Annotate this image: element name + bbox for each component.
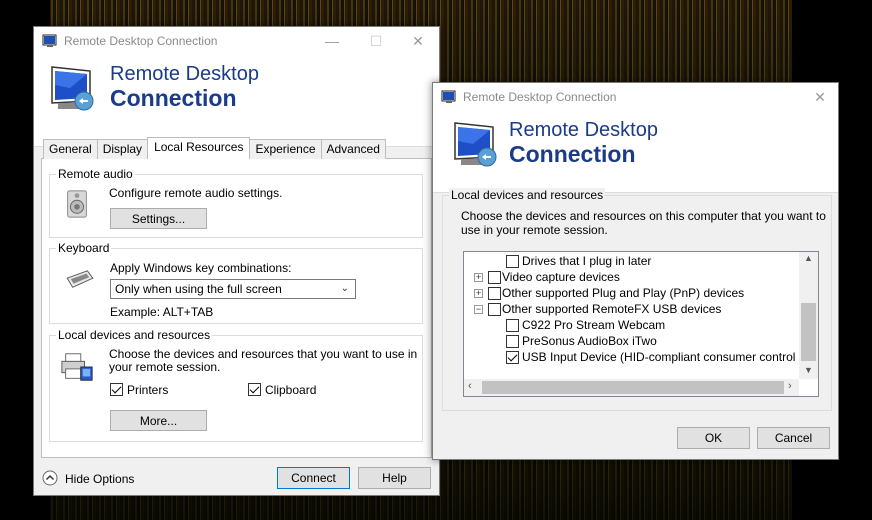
tree-item-checkbox[interactable] [506,255,519,268]
more-button[interactable]: More... [110,410,207,431]
tab-display[interactable]: Display [96,139,149,159]
main-titlebar[interactable]: Remote Desktop Connection — ☐ ✕ [34,27,439,55]
chevron-up-circle-icon[interactable] [42,470,58,486]
keyboard-description: Apply Windows key combinations: [110,261,292,275]
scroll-down-icon[interactable]: ▼ [804,365,813,375]
local-devices-desc2: your remote session. [109,360,221,374]
remote-audio-group: Remote audio Configure remote audio sett… [49,167,423,238]
speaker-icon [67,190,87,218]
dialog-devices-group: Local devices and resources Choose the d… [442,188,832,411]
main-title: Remote Desktop Connection [64,34,218,48]
printers-label[interactable]: Printers [127,383,168,397]
devices-dialog: Remote Desktop Connection ✕ Remote Deskt… [432,82,839,460]
printer-devices-icon [61,353,93,381]
clipboard-checkbox[interactable] [248,383,261,396]
scroll-left-icon[interactable]: ‹ [468,380,472,392]
tab-local-resources[interactable]: Local Resources [147,137,251,159]
tree-item-label[interactable]: Drives that I plug in later [522,254,651,268]
dialog-banner-line1: Remote Desktop [509,119,658,141]
remote-audio-label: Remote audio [56,167,135,181]
tab-strip: General Display Local Resources Experien… [43,137,386,159]
dialog-close-button[interactable]: ✕ [801,83,839,111]
tree-item-label[interactable]: Video capture devices [502,270,620,284]
dialog-title: Remote Desktop Connection [463,90,617,104]
rdc-monitor-icon [454,122,497,167]
rdc-small-icon [441,90,456,103]
collapse-minus-icon[interactable]: − [474,305,483,314]
connect-button[interactable]: Connect [277,467,350,489]
keyboard-mode-value: Only when using the full screen [115,282,282,296]
devices-tree[interactable]: Drives that I plug in later + Video capt… [463,251,819,397]
dialog-banner: Remote Desktop Connection [433,111,838,193]
ok-button[interactable]: OK [677,427,750,449]
dialog-banner-line2: Connection [509,141,636,167]
keyboard-example: Example: ALT+TAB [110,305,214,319]
tree-item-clip: USB Input Device (HID-compliant consumer… [522,350,798,366]
tree-item-checkbox[interactable] [488,271,501,284]
hide-options-link[interactable]: Hide Options [65,472,134,486]
banner-line2: Connection [110,85,237,111]
tree-horizontal-scrollbar[interactable]: ‹ › [464,379,799,396]
tree-item-label[interactable]: USB Input Device (HID-compliant consumer… [522,350,798,364]
cancel-button[interactable]: Cancel [757,427,830,449]
local-devices-desc1: Choose the devices and resources that yo… [109,347,418,361]
rdc-small-icon [42,34,57,47]
local-devices-label: Local devices and resources [56,328,213,342]
main-banner: Remote Desktop Connection [34,55,439,147]
keyboard-icon [66,270,94,288]
tree-item-checkbox[interactable] [506,351,519,364]
scroll-h-thumb[interactable] [482,381,784,394]
dialog-desc2: use in your remote session. [461,223,608,237]
scroll-right-icon[interactable]: › [788,380,792,392]
tree-item-label[interactable]: C922 Pro Stream Webcam [522,318,665,332]
expand-plus-icon[interactable]: + [474,289,483,298]
main-window: Remote Desktop Connection — ☐ ✕ Remote D… [33,26,440,496]
local-resources-panel: Remote audio Configure remote audio sett… [41,158,432,458]
dialog-group-label: Local devices and resources [449,188,606,202]
keyboard-label: Keyboard [56,241,112,255]
scroll-up-icon[interactable]: ▲ [804,253,813,263]
tree-item-checkbox[interactable] [506,335,519,348]
tree-item-label[interactable]: Other supported Plug and Play (PnP) devi… [502,286,744,300]
audio-settings-button[interactable]: Settings... [110,208,207,229]
remote-audio-description: Configure remote audio settings. [109,186,283,200]
chevron-down-icon: ⌄ [340,283,349,294]
tab-advanced[interactable]: Advanced [320,139,386,159]
help-button[interactable]: Help [358,467,431,489]
tree-item-checkbox[interactable] [488,303,501,316]
expand-plus-icon[interactable]: + [474,273,483,282]
banner-line1: Remote Desktop [110,63,259,85]
keyboard-group: Keyboard Apply Windows key combinations:… [49,241,423,324]
scroll-thumb[interactable] [801,303,816,361]
maximize-button[interactable]: ☐ [354,27,398,55]
tree-item-checkbox[interactable] [488,287,501,300]
minimize-button[interactable]: — [310,27,354,55]
keyboard-mode-select[interactable]: Only when using the full screen ⌄ [110,279,356,299]
printers-checkbox[interactable] [110,383,123,396]
tree-item-checkbox[interactable] [506,319,519,332]
dialog-titlebar[interactable]: Remote Desktop Connection ✕ [433,83,838,111]
tab-general[interactable]: General [43,139,98,159]
tree-vertical-scrollbar[interactable]: ▲ ▼ [799,252,818,379]
tree-item-label[interactable]: Other supported RemoteFX USB devices [502,302,721,316]
close-button[interactable]: ✕ [396,27,440,55]
clipboard-label[interactable]: Clipboard [265,383,316,397]
dialog-desc1: Choose the devices and resources on this… [461,209,826,223]
tree-item-label[interactable]: PreSonus AudioBox iTwo [522,334,657,348]
tab-experience[interactable]: Experience [249,139,322,159]
rdc-monitor-icon [51,66,94,111]
local-devices-group: Local devices and resources Choose the d… [49,328,423,442]
